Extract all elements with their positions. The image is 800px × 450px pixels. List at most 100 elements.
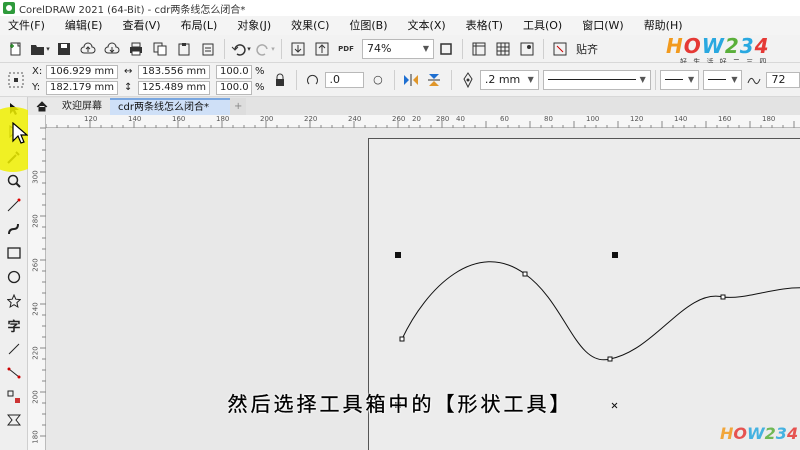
menu-view[interactable]: 查看(V)	[112, 16, 170, 35]
smoothing-value: 72	[771, 73, 786, 86]
open-folder-icon[interactable]: ▾	[30, 39, 50, 59]
menu-edit[interactable]: 编辑(E)	[55, 16, 113, 35]
copy-icon[interactable]	[150, 39, 170, 59]
rectangle-tool-icon[interactable]	[0, 241, 28, 265]
selection-handle[interactable]	[395, 252, 401, 258]
menu-help[interactable]: 帮助(H)	[634, 16, 693, 35]
ruler-label: 160	[718, 115, 732, 123]
full-screen-icon[interactable]	[436, 39, 456, 59]
ruler-label: 280	[436, 115, 450, 123]
window-title: CorelDRAW 2021 (64-Bit) - cdr两条线怎么闭合*	[19, 4, 246, 16]
separator	[281, 38, 282, 59]
tab-welcome[interactable]: 欢迎屏幕	[28, 98, 110, 115]
menu-effects[interactable]: 效果(C)	[281, 16, 339, 35]
freehand-tool-icon[interactable]	[0, 193, 28, 217]
export-icon[interactable]	[312, 39, 332, 59]
curve-node[interactable]	[399, 336, 405, 342]
property-bar: X: 106.929 mm Y: 182.179 mm ↔ 183.556 mm ↕ 1…	[0, 63, 800, 97]
new-document-icon[interactable]	[6, 39, 26, 59]
zoom-level-select[interactable]: 74% ▼	[362, 38, 434, 59]
selected-curve[interactable]	[401, 261, 800, 361]
y-position-input[interactable]: 182.179 mm	[46, 80, 118, 95]
polygon-tool-icon[interactable]	[0, 289, 28, 313]
cloud-save-icon[interactable]	[78, 39, 98, 59]
smoothing-input[interactable]: 72	[766, 71, 800, 88]
ruler-label: 80	[544, 115, 553, 123]
clipboard-icon[interactable]	[198, 39, 218, 59]
line-style-select[interactable]: ▼	[542, 69, 651, 90]
ruler-label: 100	[586, 115, 600, 123]
curve-node[interactable]	[607, 356, 613, 362]
menu-table[interactable]: 表格(T)	[456, 16, 513, 35]
rotation-icon	[303, 70, 323, 90]
ruler-label: 180	[216, 115, 230, 123]
snap-to-label[interactable]: 贴齐	[576, 41, 598, 57]
chevron-down-icon: ▼	[527, 75, 534, 84]
document-tabs: 欢迎屏幕 cdr两条线怎么闭合* +	[28, 97, 800, 115]
zoom-tool-icon[interactable]	[0, 169, 28, 193]
height-input[interactable]: 125.489 mm	[138, 80, 210, 95]
show-grid-icon[interactable]	[493, 39, 513, 59]
degree-icon: ○	[373, 73, 383, 86]
parallel-dimension-icon[interactable]	[0, 337, 28, 361]
menu-text[interactable]: 文本(X)	[398, 16, 456, 35]
add-tab-button[interactable]: +	[230, 98, 247, 115]
redo-icon[interactable]: ▾	[255, 39, 275, 59]
text-tool-icon[interactable]: 字	[0, 313, 28, 337]
rotation-angle-input[interactable]: .0	[324, 71, 364, 88]
ruler-label: 180	[31, 430, 40, 444]
outline-width-select[interactable]: .2 mm ▼	[479, 69, 539, 90]
menu-bar: 文件(F) 编辑(E) 查看(V) 布局(L) 对象(J) 效果(C) 位图(B…	[0, 16, 800, 35]
ruler-label: 20	[412, 115, 421, 123]
separator	[224, 38, 225, 59]
height-icon: ↕	[124, 82, 133, 93]
ruler-label: 180	[762, 115, 776, 123]
ruler-label: 300	[31, 170, 40, 184]
outline-pen-icon	[458, 70, 478, 90]
curve-node[interactable]	[720, 294, 726, 300]
object-origin-icon[interactable]	[6, 70, 26, 90]
show-rulers-icon[interactable]	[469, 39, 489, 59]
save-icon[interactable]	[54, 39, 74, 59]
ruler-label: 260	[31, 258, 40, 272]
curve-node[interactable]	[522, 271, 528, 277]
width-input[interactable]: 183.556 mm	[138, 64, 210, 79]
separator	[295, 69, 297, 90]
chevron-down-icon: ▼	[731, 75, 738, 84]
ellipse-tool-icon[interactable]	[0, 265, 28, 289]
start-arrowhead-select[interactable]: ▼	[659, 69, 700, 90]
lock-ratio-icon[interactable]	[270, 70, 290, 90]
separator	[393, 69, 395, 90]
connector-tool-icon[interactable]	[0, 361, 28, 385]
publish-pdf-icon[interactable]: PDF	[336, 39, 356, 59]
mirror-horizontal-icon[interactable]	[401, 70, 421, 90]
menu-window[interactable]: 窗口(W)	[572, 16, 633, 35]
cloud-upload-icon[interactable]	[102, 39, 122, 59]
chevron-down-icon: ▼	[639, 75, 646, 84]
y-label: Y:	[32, 82, 41, 93]
paste-icon[interactable]	[174, 39, 194, 59]
end-arrowhead-select[interactable]: ▼	[703, 69, 743, 90]
artistic-media-icon[interactable]	[0, 217, 28, 241]
snap-to-icon[interactable]	[550, 39, 570, 59]
menu-layout[interactable]: 布局(L)	[171, 16, 228, 35]
selection-handle[interactable]	[612, 252, 618, 258]
tab-document[interactable]: cdr两条线怎么闭合*	[110, 98, 230, 115]
x-position-input[interactable]: 106.929 mm	[46, 64, 118, 79]
menu-tools[interactable]: 工具(O)	[513, 16, 572, 35]
menu-object[interactable]: 对象(J)	[227, 16, 281, 35]
scale-width-input[interactable]: 100.0	[216, 64, 252, 79]
tab-document-label: cdr两条线怎么闭合*	[118, 101, 209, 113]
outline-width-value: .2 mm	[484, 73, 521, 86]
import-icon[interactable]	[288, 39, 308, 59]
rotation-angle-value: .0	[329, 73, 341, 86]
print-icon[interactable]	[126, 39, 146, 59]
mirror-vertical-icon[interactable]	[425, 70, 445, 90]
ruler-label: 60	[500, 115, 509, 123]
scale-height-input[interactable]: 100.0	[216, 80, 252, 95]
menu-file[interactable]: 文件(F)	[0, 16, 55, 35]
menu-bitmaps[interactable]: 位图(B)	[339, 16, 397, 35]
undo-icon[interactable]: ▾	[231, 39, 251, 59]
show-guidelines-icon[interactable]	[517, 39, 537, 59]
home-icon	[36, 101, 48, 112]
